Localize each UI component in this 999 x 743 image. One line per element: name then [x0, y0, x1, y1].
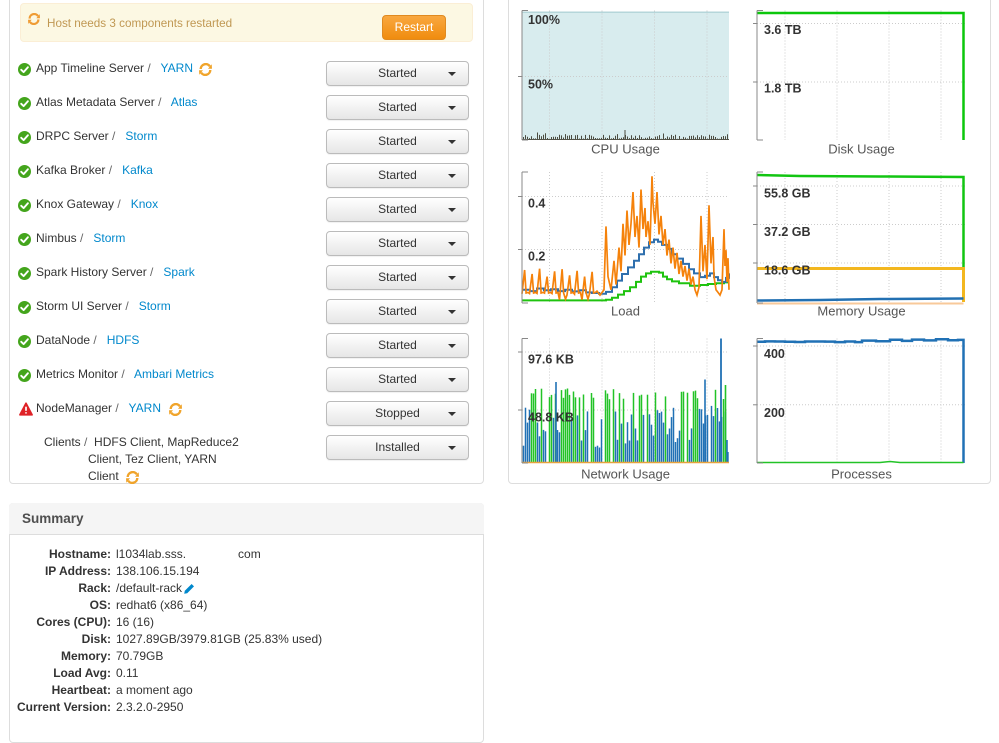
svg-text:200: 200	[764, 406, 785, 420]
svg-text:Disk Usage: Disk Usage	[828, 141, 894, 156]
svg-text:37.2 GB: 37.2 GB	[764, 225, 811, 239]
svg-text:48.8 KB: 48.8 KB	[528, 411, 574, 425]
svg-text:0.2: 0.2	[528, 250, 545, 264]
svg-text:CPU Usage: CPU Usage	[591, 141, 660, 156]
svg-text:18.6 GB: 18.6 GB	[764, 264, 811, 278]
svg-text:97.6 KB: 97.6 KB	[528, 353, 574, 367]
svg-text:400: 400	[764, 347, 785, 361]
svg-text:55.8 GB: 55.8 GB	[764, 187, 811, 201]
svg-text:3.6 TB: 3.6 TB	[764, 23, 802, 37]
svg-text:50%: 50%	[528, 78, 553, 92]
svg-text:Memory Usage: Memory Usage	[817, 304, 905, 319]
svg-text:Processes: Processes	[831, 467, 892, 482]
svg-text:0.4: 0.4	[528, 197, 545, 211]
svg-text:1.8 TB: 1.8 TB	[764, 82, 802, 96]
svg-text:100%: 100%	[528, 13, 560, 27]
svg-text:Load: Load	[611, 304, 640, 319]
svg-text:Network Usage: Network Usage	[581, 467, 670, 482]
